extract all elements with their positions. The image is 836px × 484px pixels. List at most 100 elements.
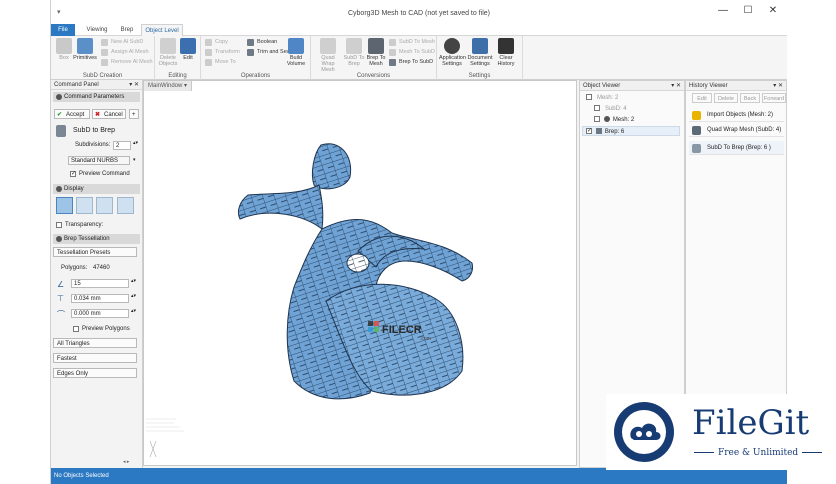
object-checkbox[interactable] bbox=[586, 94, 592, 101]
copy-button[interactable]: Copy bbox=[205, 38, 228, 47]
tab-viewing[interactable]: Viewing bbox=[81, 24, 113, 36]
command-parameters-header[interactable]: Command Parameters bbox=[53, 92, 140, 102]
assign-mesh-button[interactable]: Assign Al Mesh bbox=[101, 48, 149, 57]
remove-mesh-icon bbox=[101, 59, 108, 66]
nurbs-select[interactable]: Standard NURBS bbox=[68, 156, 130, 165]
filegit-logo: FileGit Free & Unlimited bbox=[606, 394, 836, 470]
wrench-icon bbox=[180, 38, 196, 54]
accept-button[interactable]: ✔ Accept bbox=[54, 109, 90, 119]
panel-pin-icon[interactable]: ▾ ✕ bbox=[671, 81, 681, 91]
brep-tessellation-header[interactable]: Brep Tessellation bbox=[53, 234, 140, 244]
object-checkbox[interactable] bbox=[594, 105, 600, 112]
ribbon: Box Primitives New Al SubD Assign Al Mes… bbox=[51, 36, 787, 80]
object-item[interactable]: Mesh: 2 bbox=[594, 115, 634, 125]
preview-polygons-label: Preview Polygons bbox=[82, 326, 130, 332]
history-item[interactable]: Import Objects (Mesh: 2) bbox=[689, 108, 784, 122]
title-bar: ▾ Cyborg3D Mesh to CAD (not yet saved to… bbox=[51, 0, 787, 24]
group-label: Editing bbox=[168, 73, 187, 79]
quad-wrap-button[interactable]: Quad Wrap Mesh bbox=[315, 38, 341, 73]
command-name: SubD to Brep bbox=[73, 127, 116, 134]
object-item[interactable]: SubD: 4 bbox=[594, 104, 627, 114]
transform-button[interactable]: Transform bbox=[205, 48, 240, 57]
history-edit-button[interactable]: Edit bbox=[692, 93, 712, 103]
panel-scroll-arrows[interactable]: ◂ ▸ bbox=[123, 459, 129, 465]
application-settings-button[interactable]: Application Settings bbox=[439, 38, 466, 67]
maximize-button[interactable]: ☐ bbox=[738, 5, 758, 16]
display-mode-icon-2[interactable] bbox=[76, 197, 93, 214]
history-item[interactable]: Quad Wrap Mesh (SubD: 4) bbox=[689, 123, 784, 137]
panel-pin-icon[interactable]: ▾ ✕ bbox=[773, 81, 783, 91]
preview-polygons-checkbox[interactable] bbox=[73, 326, 79, 332]
spinner-icon[interactable]: ▴▾ bbox=[131, 308, 136, 314]
object-checkbox[interactable]: ✓ bbox=[586, 128, 592, 135]
preset-fastest[interactable]: Fastest bbox=[53, 353, 137, 363]
command-panel: Command Panel ▾ ✕ Command Parameters ✔ A… bbox=[51, 80, 143, 468]
import-objects-icon bbox=[692, 111, 701, 120]
curvature-field[interactable]: 0.000 mm bbox=[71, 309, 129, 318]
group-editing: Delete Objects Edit Editing bbox=[155, 36, 201, 80]
brep-to-mesh-button[interactable]: Brep To Mesh bbox=[363, 38, 389, 67]
history-delete-button[interactable]: Delete bbox=[714, 93, 738, 103]
close-button[interactable]: ✕ bbox=[763, 5, 783, 16]
ribbon-tabs: File Viewing Brep Object Level bbox=[51, 24, 787, 36]
subdivisions-label: Subdivisions: bbox=[75, 142, 111, 148]
tab-file[interactable]: File bbox=[51, 24, 75, 36]
display-mode-icon-4[interactable] bbox=[117, 197, 134, 214]
history-forward-button[interactable]: Forward bbox=[762, 93, 786, 103]
object-item-selected[interactable]: ✓ Brep: 6 bbox=[582, 126, 680, 136]
preview-command-label: Preview Command bbox=[79, 171, 130, 177]
remove-mesh-button[interactable]: Remove Al Mesh bbox=[101, 58, 153, 67]
tab-object-level[interactable]: Object Level bbox=[141, 24, 183, 36]
subd-to-brep-icon bbox=[692, 144, 701, 153]
brep-to-subd-button[interactable]: Brep To SubD bbox=[389, 58, 433, 67]
clear-history-button[interactable]: Clear History bbox=[493, 38, 519, 67]
edit-button[interactable]: Edit bbox=[175, 38, 201, 61]
build-volume-icon bbox=[288, 38, 304, 54]
build-volume-button[interactable]: Build Volume bbox=[283, 38, 309, 67]
new-subd-button[interactable]: New Al SubD bbox=[101, 38, 143, 47]
primitives-icon bbox=[77, 38, 93, 54]
distance-field[interactable]: 0.034 mm bbox=[71, 294, 129, 303]
move-icon bbox=[205, 59, 212, 66]
brep-to-mesh-icon bbox=[368, 38, 384, 54]
preview-command-checkbox[interactable]: ✓ bbox=[70, 171, 76, 177]
display-mode-icon-1[interactable] bbox=[56, 197, 73, 214]
brep-icon bbox=[595, 128, 602, 135]
add-button[interactable]: + bbox=[129, 109, 139, 119]
gear-icon bbox=[444, 38, 460, 54]
group-label: Conversions bbox=[356, 73, 391, 79]
chevron-down-icon[interactable]: ▾ bbox=[133, 157, 136, 163]
spinner-icon[interactable]: ▴▾ bbox=[133, 140, 138, 146]
x-icon: ✖ bbox=[95, 112, 101, 118]
logo-tagline: Free & Unlimited bbox=[718, 448, 799, 458]
history-back-button[interactable]: Back bbox=[740, 93, 760, 103]
main-viewport[interactable]: MainWindow ▾ FILECR .com bbox=[143, 80, 577, 466]
subd-to-mesh-button[interactable]: SubD To Mesh bbox=[389, 38, 435, 47]
copy-icon bbox=[205, 39, 212, 46]
spinner-icon[interactable]: ▴▾ bbox=[131, 293, 136, 299]
primitives-button[interactable]: Primitives bbox=[71, 38, 99, 61]
watermark-text: FILECR bbox=[382, 324, 422, 336]
object-checkbox[interactable] bbox=[594, 116, 600, 123]
display-header[interactable]: Display bbox=[53, 184, 140, 194]
history-viewer-header: History Viewer ▾ ✕ bbox=[686, 81, 786, 91]
preset-all-triangles[interactable]: All Triangles bbox=[53, 338, 137, 348]
cancel-button[interactable]: ✖ Cancel bbox=[92, 109, 126, 119]
subdivisions-field[interactable]: 2 bbox=[113, 141, 131, 150]
object-item[interactable]: Mesh: 2 bbox=[586, 93, 618, 103]
history-item[interactable]: SubD To Brep (Brep: 6 ) bbox=[689, 141, 784, 155]
panel-pin-icon[interactable]: ▾ ✕ bbox=[129, 80, 139, 90]
mesh-to-subd-button[interactable]: Mesh To SubD bbox=[389, 48, 435, 57]
transparency-checkbox[interactable] bbox=[56, 222, 62, 228]
tab-brep[interactable]: Brep bbox=[115, 24, 139, 36]
angle-field[interactable]: 15 bbox=[71, 279, 129, 288]
subd-to-brep-icon bbox=[346, 38, 362, 54]
minimize-button[interactable]: — bbox=[713, 5, 733, 16]
document-settings-button[interactable]: Document Settings bbox=[467, 38, 493, 67]
preset-edges-only[interactable]: Edges Only bbox=[53, 368, 137, 378]
spinner-icon[interactable]: ▴▾ bbox=[131, 278, 136, 284]
tessellation-presets-button[interactable]: Tessellation Presets bbox=[53, 247, 137, 257]
move-to-button[interactable]: Move To bbox=[205, 58, 236, 67]
display-mode-icon-3[interactable] bbox=[96, 197, 113, 214]
boolean-button[interactable]: Boolean bbox=[247, 38, 277, 47]
